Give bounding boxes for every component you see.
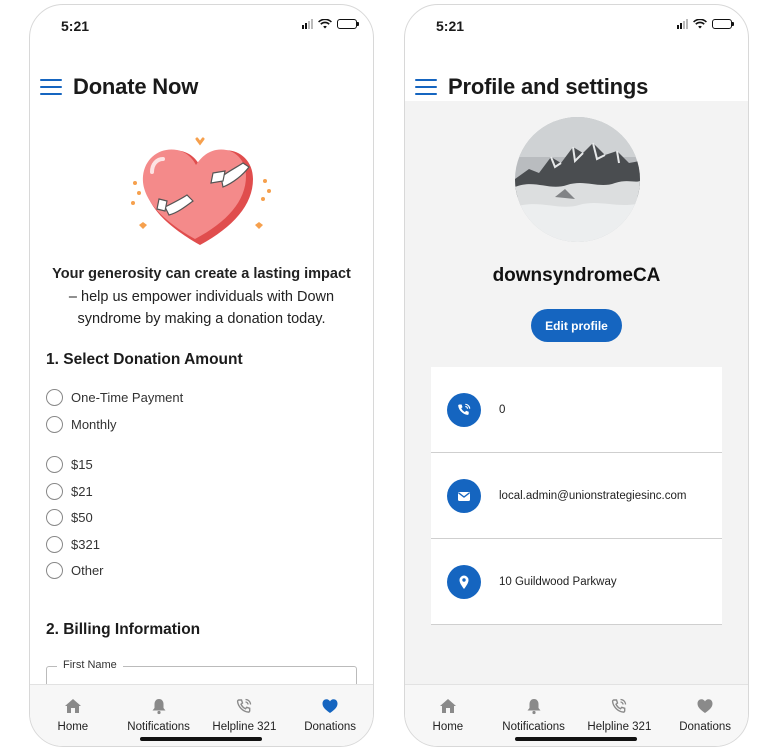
tab-label: Notifications xyxy=(127,721,190,733)
tab-donations[interactable]: Donations xyxy=(287,685,373,746)
first-name-label: First Name xyxy=(57,659,123,671)
address-info-row[interactable]: 10 Guildwood Parkway xyxy=(431,539,722,625)
home-icon xyxy=(439,699,456,713)
intro-bold: Your generosity can create a lasting imp… xyxy=(52,266,351,282)
page-header: Donate Now xyxy=(40,67,363,107)
bell-icon xyxy=(152,699,166,715)
phone-value: 0 xyxy=(499,403,506,416)
radio-amount-21[interactable]: $21 xyxy=(46,483,93,500)
tab-home[interactable]: Home xyxy=(405,685,491,746)
profile-screen: 5:21 Profile and settings downsyndromeCA… xyxy=(404,4,749,747)
tab-donations[interactable]: Donations xyxy=(662,685,748,746)
signal-icon xyxy=(677,19,688,29)
status-bar: 5:21 xyxy=(405,5,748,47)
radio-monthly[interactable]: Monthly xyxy=(46,416,117,433)
profile-username: downsyndromeCA xyxy=(492,265,661,286)
tab-label: Donations xyxy=(304,721,357,733)
radio-circle[interactable] xyxy=(46,509,63,526)
status-bar: 5:21 xyxy=(30,5,373,47)
page-header: Profile and settings xyxy=(415,67,738,107)
home-indicator xyxy=(515,737,637,741)
tab-label: Helpline 321 xyxy=(212,721,277,733)
tab-label: Donations xyxy=(679,721,732,733)
section-title-amount: 1. Select Donation Amount xyxy=(46,351,243,368)
bottom-tab-bar: Home Notifications Helpline 321 Donation… xyxy=(405,684,748,746)
radio-label: $15 xyxy=(71,457,93,472)
tab-label: Helpline 321 xyxy=(587,721,652,733)
radio-circle[interactable] xyxy=(46,456,63,473)
radio-circle[interactable] xyxy=(46,562,63,579)
battery-icon xyxy=(712,19,734,29)
radio-amount-50[interactable]: $50 xyxy=(46,509,93,526)
status-icons xyxy=(302,19,359,29)
bottom-tab-bar: Home Notifications Helpline 321 Donation… xyxy=(30,684,373,746)
phone-call-icon xyxy=(612,698,627,713)
radio-label: $50 xyxy=(71,510,93,525)
email-info-row[interactable]: local.admin@unionstrategiesinc.com xyxy=(431,453,722,539)
tab-label: Home xyxy=(57,721,89,733)
donate-screen: 5:21 Donate Now Your generosity can crea… xyxy=(29,4,374,747)
radio-amount-321[interactable]: $321 xyxy=(46,536,100,553)
status-icons xyxy=(677,19,734,29)
signal-icon xyxy=(302,19,313,29)
location-pin-icon xyxy=(447,564,481,599)
phone-info-row[interactable]: 0 xyxy=(431,367,722,453)
radio-circle[interactable] xyxy=(46,416,63,433)
radio-label: $321 xyxy=(71,537,100,552)
heart-icon xyxy=(322,699,338,713)
phone-call-icon xyxy=(237,698,252,713)
bell-icon xyxy=(527,699,541,715)
radio-circle[interactable] xyxy=(46,389,63,406)
tab-label: Home xyxy=(432,721,464,733)
wifi-icon xyxy=(318,19,332,29)
home-indicator xyxy=(140,737,262,741)
status-time: 5:21 xyxy=(436,18,465,34)
radio-amount-other[interactable]: Other xyxy=(46,562,104,579)
section-title-billing: 2. Billing Information xyxy=(46,621,201,638)
tab-label: Notifications xyxy=(502,721,565,733)
donation-intro-text: Your generosity can create a lasting imp… xyxy=(48,263,355,331)
radio-label: $21 xyxy=(71,484,93,499)
avatar[interactable] xyxy=(515,117,640,242)
edit-profile-button[interactable]: Edit profile xyxy=(531,309,622,342)
screenshot-stage: 5:21 Donate Now Your generosity can crea… xyxy=(0,0,776,747)
radio-label: Monthly xyxy=(71,417,117,432)
battery-icon xyxy=(337,19,359,29)
email-value: local.admin@unionstrategiesinc.com xyxy=(499,489,687,502)
intro-rest: – help us empower individuals with Down … xyxy=(68,288,335,328)
radio-one-time[interactable]: One-Time Payment xyxy=(46,389,183,406)
radio-circle[interactable] xyxy=(46,483,63,500)
wifi-icon xyxy=(693,19,707,29)
radio-circle[interactable] xyxy=(46,536,63,553)
donation-heart-illustration xyxy=(125,133,275,251)
page-title: Donate Now xyxy=(73,74,199,99)
menu-icon[interactable] xyxy=(415,79,437,95)
envelope-icon xyxy=(447,478,481,513)
phone-icon xyxy=(447,392,481,427)
status-time: 5:21 xyxy=(61,18,90,34)
address-value: 10 Guildwood Parkway xyxy=(499,575,617,588)
radio-amount-15[interactable]: $15 xyxy=(46,456,93,473)
menu-icon[interactable] xyxy=(40,79,62,95)
radio-label: Other xyxy=(71,563,104,578)
radio-label: One-Time Payment xyxy=(71,390,184,405)
home-icon xyxy=(64,699,81,713)
heart-icon xyxy=(697,699,713,713)
page-title: Profile and settings xyxy=(448,74,649,99)
tab-home[interactable]: Home xyxy=(30,685,116,746)
